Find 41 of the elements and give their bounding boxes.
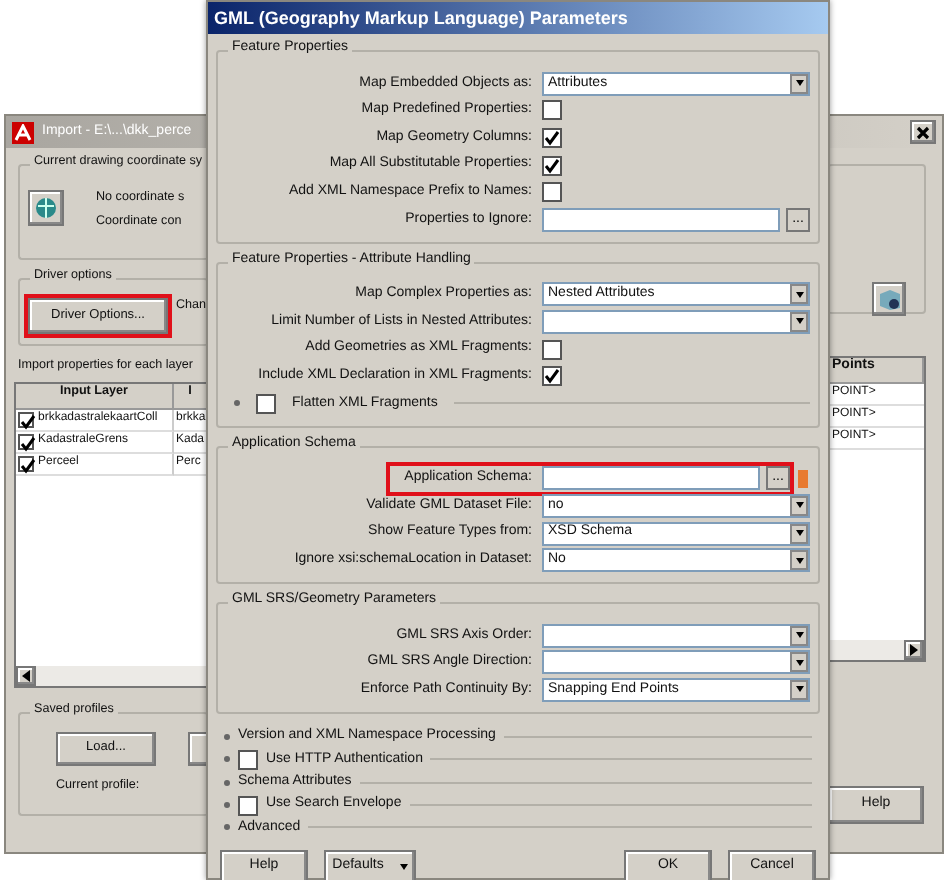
dot-icon — [224, 779, 230, 786]
app-icon — [12, 121, 34, 143]
window-title: GML (Geography Markup Language) Parameters — [214, 7, 628, 29]
close-icon[interactable] — [910, 120, 936, 144]
checkbox[interactable] — [542, 100, 562, 121]
dot-icon — [224, 802, 230, 809]
dropdown-field[interactable] — [542, 309, 810, 334]
scrollbar[interactable] — [16, 665, 208, 686]
dropdown-field[interactable] — [542, 650, 810, 675]
dropdown-icon[interactable] — [790, 284, 808, 305]
dropdown-icon[interactable] — [790, 523, 808, 544]
checkbox[interactable] — [18, 411, 34, 428]
dot-icon — [234, 400, 240, 407]
scroll-right-icon[interactable] — [904, 640, 924, 660]
checkbox[interactable] — [238, 749, 258, 770]
dropdown-icon[interactable] — [790, 679, 808, 700]
checkbox[interactable] — [238, 795, 258, 816]
dot-icon — [224, 756, 230, 763]
scrollbar[interactable] — [828, 640, 924, 660]
checkbox[interactable] — [542, 366, 562, 387]
dot-icon — [224, 824, 230, 831]
checkbox[interactable] — [542, 182, 562, 203]
dropdown-icon[interactable] — [790, 311, 808, 332]
dot-icon — [224, 733, 230, 740]
input-field[interactable] — [542, 207, 780, 232]
caret-icon — [399, 863, 408, 870]
checkbox[interactable] — [542, 155, 562, 176]
checkbox[interactable] — [542, 127, 562, 148]
checkbox[interactable] — [18, 433, 34, 450]
checkbox[interactable] — [18, 455, 34, 472]
scroll-left-icon[interactable] — [16, 665, 36, 686]
input-field[interactable] — [542, 466, 760, 491]
dropdown-icon[interactable] — [790, 625, 808, 646]
dropdown-icon[interactable] — [790, 652, 808, 673]
checkbox[interactable] — [542, 339, 562, 360]
dropdown-icon[interactable] — [790, 73, 808, 94]
globe-icon[interactable] — [28, 190, 64, 226]
dropdown-icon[interactable] — [790, 495, 808, 516]
checkbox[interactable] — [256, 393, 276, 414]
dropdown-icon[interactable] — [790, 550, 808, 571]
dropdown-field[interactable] — [542, 623, 810, 648]
